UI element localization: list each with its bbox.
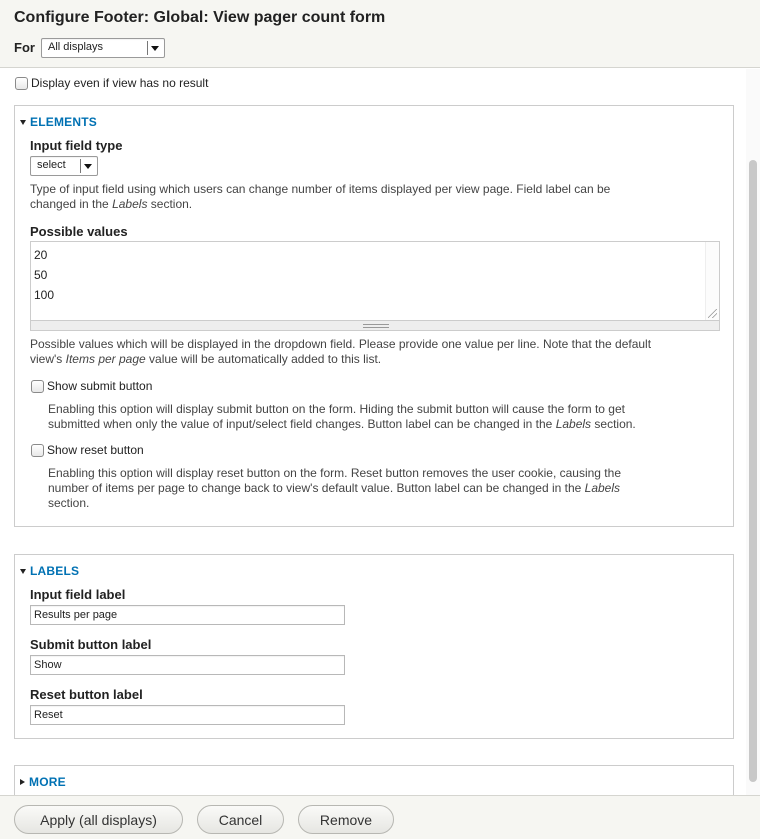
dialog-header: Configure Footer: Global: View pager cou… <box>0 0 760 68</box>
reset-button-label-input[interactable]: Reset <box>30 705 345 725</box>
desc-line: changed in the Labels section. <box>30 197 730 212</box>
display-empty-label: Display even if view has no result <box>31 76 209 90</box>
possible-value-line: 50 <box>34 268 48 282</box>
items-per-page-text: Items per page <box>65 352 146 366</box>
triangle-down-icon <box>20 568 26 574</box>
more-legend-text: MORE <box>29 775 66 789</box>
more-legend[interactable]: MORE <box>20 775 66 789</box>
show-reset-description: Enabling this option will display reset … <box>48 466 738 511</box>
desc-text: view's <box>30 352 66 366</box>
desc-line: Possible values which will be displayed … <box>30 337 652 351</box>
input-field-type-select[interactable]: select <box>30 156 98 176</box>
dialog-scrollbar-thumb[interactable] <box>749 160 757 782</box>
reset-button-label-label: Reset button label <box>30 687 143 702</box>
input-field-label-input[interactable]: Results per page <box>30 605 345 625</box>
input-field-type-select-value: select <box>37 159 66 171</box>
desc-line: Type of input field using which users ca… <box>30 182 611 196</box>
desc-line: view's Items per page value will be auto… <box>30 352 740 367</box>
for-label: For <box>14 40 35 55</box>
desc-text: section. <box>591 417 636 431</box>
labels-link-text: Labels <box>584 481 621 495</box>
desc-line: Enabling this option will display reset … <box>48 466 621 480</box>
possible-values-description: Possible values which will be displayed … <box>30 337 740 367</box>
apply-all-displays-button[interactable]: Apply (all displays) <box>14 805 183 834</box>
elements-legend-text: ELEMENTS <box>30 115 97 129</box>
for-displays-select[interactable]: All displays <box>41 38 165 58</box>
labels-legend-text: LABELS <box>30 564 80 578</box>
possible-values-textarea[interactable]: 20 50 100 <box>30 241 720 321</box>
textarea-grippie[interactable] <box>30 321 720 331</box>
resize-corner-icon[interactable] <box>708 309 717 318</box>
desc-text: section. <box>147 197 193 211</box>
triangle-right-icon <box>20 779 25 785</box>
grippie-handle-icon <box>363 324 389 328</box>
desc-line: submitted when only the value of input/s… <box>48 417 738 432</box>
triangle-down-icon <box>20 119 26 125</box>
labels-link-text: Labels <box>112 197 148 211</box>
show-reset-label: Show reset button <box>47 443 144 457</box>
possible-value-line: 100 <box>34 288 55 302</box>
desc-line: section. <box>48 496 90 510</box>
cancel-button[interactable]: Cancel <box>197 805 284 834</box>
select-separator <box>147 41 148 55</box>
elements-legend[interactable]: ELEMENTS <box>20 115 97 129</box>
chevron-down-icon <box>149 42 161 54</box>
desc-text: number of items per page to change back … <box>48 481 585 495</box>
desc-line: Enabling this option will display submit… <box>48 402 625 416</box>
show-submit-label: Show submit button <box>47 379 153 393</box>
show-submit-description: Enabling this option will display submit… <box>48 402 738 432</box>
input-field-type-label: Input field type <box>30 138 123 153</box>
possible-values-label: Possible values <box>30 224 128 239</box>
dialog-title: Configure Footer: Global: View pager cou… <box>14 9 386 26</box>
show-reset-checkbox[interactable] <box>31 444 44 457</box>
desc-text: changed in the <box>30 197 113 211</box>
for-displays-select-value: All displays <box>48 41 104 53</box>
dialog-footer: Apply (all displays) Cancel Remove <box>0 795 760 839</box>
input-field-label-label: Input field label <box>30 587 126 602</box>
chevron-down-icon <box>82 160 94 172</box>
desc-text: submitted when only the value of input/s… <box>48 417 556 431</box>
input-field-type-description: Type of input field using which users ca… <box>30 182 730 212</box>
select-separator <box>80 159 81 173</box>
submit-button-label-input[interactable]: Show <box>30 655 345 675</box>
show-submit-checkbox[interactable] <box>31 380 44 393</box>
labels-link-text: Labels <box>555 417 592 431</box>
possible-value-line: 20 <box>34 248 48 262</box>
desc-line: number of items per page to change back … <box>48 481 738 496</box>
submit-button-label-label: Submit button label <box>30 637 152 652</box>
remove-button[interactable]: Remove <box>298 805 394 834</box>
labels-legend[interactable]: LABELS <box>20 564 79 578</box>
desc-text: value will be automatically added to thi… <box>145 352 382 366</box>
display-empty-checkbox[interactable] <box>15 77 28 90</box>
